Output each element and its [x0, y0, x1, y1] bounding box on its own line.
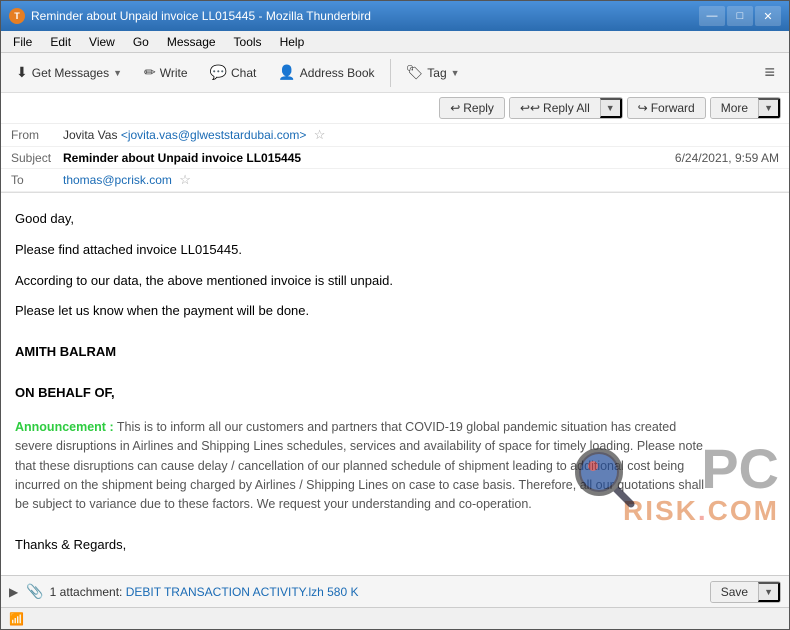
forward-button[interactable]: ↪ Forward — [627, 97, 706, 119]
tag-icon: 🏷 — [406, 64, 424, 81]
announcement-text: This is to inform all our customers and … — [15, 420, 704, 512]
chat-icon: 💬 — [210, 64, 227, 81]
reply-all-dropdown-button[interactable]: ▼ — [600, 98, 622, 118]
attachment-text: 1 attachment: DEBIT TRANSACTION ACTIVITY… — [50, 585, 704, 599]
save-dropdown-button[interactable]: ▼ — [758, 582, 780, 602]
address-book-icon: 👤 — [278, 64, 295, 81]
window-title: Reminder about Unpaid invoice LL015445 -… — [31, 9, 699, 23]
window-controls: — □ ✕ — [699, 6, 781, 26]
write-button[interactable]: ✏ Write — [135, 59, 197, 86]
subject-value: Reminder about Unpaid invoice LL015445 — [63, 151, 675, 165]
get-messages-icon: ⬇ — [16, 64, 28, 81]
body-para2: According to our data, the above mention… — [15, 271, 705, 292]
tag-button[interactable]: 🏷 Tag ▼ — [397, 59, 469, 86]
menu-file[interactable]: File — [5, 33, 40, 51]
main-toolbar: ⬇ Get Messages ▼ ✏ Write 💬 Chat 👤 Addres… — [1, 53, 789, 93]
more-button[interactable]: More — [711, 98, 758, 118]
to-value: thomas@pcrisk.com ☆ — [63, 172, 779, 188]
menu-message[interactable]: Message — [159, 33, 224, 51]
address-book-button[interactable]: 👤 Address Book — [269, 59, 383, 86]
reply-all-button[interactable]: ↩↩ Reply All — [510, 98, 600, 118]
menu-bar: File Edit View Go Message Tools Help — [1, 31, 789, 53]
main-window: T Reminder about Unpaid invoice LL015445… — [0, 0, 790, 630]
from-star-icon[interactable]: ☆ — [314, 127, 326, 142]
from-value: Jovita Vas <jovita.vas@glweststardubai.c… — [63, 127, 779, 143]
menu-help[interactable]: Help — [272, 33, 313, 51]
menu-tools[interactable]: Tools — [226, 33, 270, 51]
more-label: More — [721, 101, 748, 115]
attachment-bar: ▶ 📎 1 attachment: DEBIT TRANSACTION ACTI… — [1, 575, 789, 607]
reply-all-icon: ↩↩ — [520, 101, 540, 115]
reply-label: Reply — [463, 101, 494, 115]
forward-label: Forward — [651, 101, 695, 115]
subject-label: Subject — [11, 151, 63, 165]
reply-all-split-button: ↩↩ Reply All ▼ — [509, 97, 623, 119]
to-field: To thomas@pcrisk.com ☆ — [1, 169, 789, 192]
toolbar-separator — [390, 59, 391, 87]
message-body-container[interactable]: Good day, Please find attached invoice L… — [1, 193, 789, 575]
from-email: <jovita.vas@glweststardubai.com> — [121, 128, 307, 142]
attachment-filename: DEBIT TRANSACTION ACTIVITY.lzh 580 K — [126, 585, 359, 599]
from-name: Jovita Vas — [63, 128, 117, 142]
announcement-label: Announcement : — [15, 420, 114, 434]
menu-go[interactable]: Go — [125, 33, 157, 51]
sig-line2: ON BEHALF OF, — [15, 383, 705, 404]
address-book-label: Address Book — [300, 66, 375, 80]
save-split-button: Save ▼ — [710, 581, 781, 603]
message-header: ↩ Reply ↩↩ Reply All ▼ ↪ Forward More ▼ — [1, 93, 789, 193]
write-label: Write — [160, 66, 188, 80]
reply-button[interactable]: ↩ Reply — [439, 97, 505, 119]
attachment-icon: 📎 — [26, 583, 43, 600]
more-split-button: More ▼ — [710, 97, 781, 119]
body-para3: Please let us know when the payment will… — [15, 301, 705, 322]
message-body: Good day, Please find attached invoice L… — [1, 193, 721, 575]
to-star-icon[interactable]: ☆ — [179, 172, 191, 187]
write-icon: ✏ — [144, 64, 156, 81]
wifi-icon: 📶 — [9, 612, 24, 626]
maximize-button[interactable]: □ — [727, 6, 753, 26]
from-label: From — [11, 128, 63, 142]
subject-field: Subject Reminder about Unpaid invoice LL… — [1, 147, 789, 169]
minimize-button[interactable]: — — [699, 6, 725, 26]
forward-icon: ↪ — [638, 101, 648, 115]
menu-view[interactable]: View — [81, 33, 123, 51]
thanks: Thanks & Regards, — [15, 535, 705, 556]
chat-button[interactable]: 💬 Chat — [201, 59, 266, 86]
hamburger-menu-icon[interactable]: ≡ — [756, 58, 783, 87]
to-label: To — [11, 173, 63, 187]
reply-icon: ↩ — [450, 101, 460, 115]
chat-label: Chat — [231, 66, 256, 80]
save-button[interactable]: Save — [711, 582, 758, 602]
body-para1: Please find attached invoice LL015445. — [15, 240, 705, 261]
get-messages-dropdown-icon: ▼ — [113, 68, 122, 78]
reply-all-label: Reply All — [543, 101, 590, 115]
get-messages-label: Get Messages — [32, 66, 109, 80]
attachment-expand-icon[interactable]: ▶ — [9, 585, 18, 599]
get-messages-button[interactable]: ⬇ Get Messages ▼ — [7, 59, 131, 86]
to-email: thomas@pcrisk.com — [63, 173, 172, 187]
from-field: From Jovita Vas <jovita.vas@glweststardu… — [1, 124, 789, 147]
announcement: Announcement : This is to inform all our… — [15, 418, 705, 515]
tag-dropdown-icon: ▼ — [451, 68, 460, 78]
sig-line1: AMITH BALRAM — [15, 342, 705, 363]
message-action-toolbar: ↩ Reply ↩↩ Reply All ▼ ↪ Forward More ▼ — [1, 93, 789, 124]
close-button[interactable]: ✕ — [755, 6, 781, 26]
date-value: 6/24/2021, 9:59 AM — [675, 151, 779, 165]
status-bar: 📶 — [1, 607, 789, 629]
more-dropdown-button[interactable]: ▼ — [758, 98, 780, 118]
app-icon: T — [9, 8, 25, 24]
menu-edit[interactable]: Edit — [42, 33, 79, 51]
tag-label: Tag — [427, 66, 446, 80]
greeting: Good day, — [15, 209, 705, 230]
attachment-count: 1 attachment: — [50, 585, 123, 599]
title-bar: T Reminder about Unpaid invoice LL015445… — [1, 1, 789, 31]
